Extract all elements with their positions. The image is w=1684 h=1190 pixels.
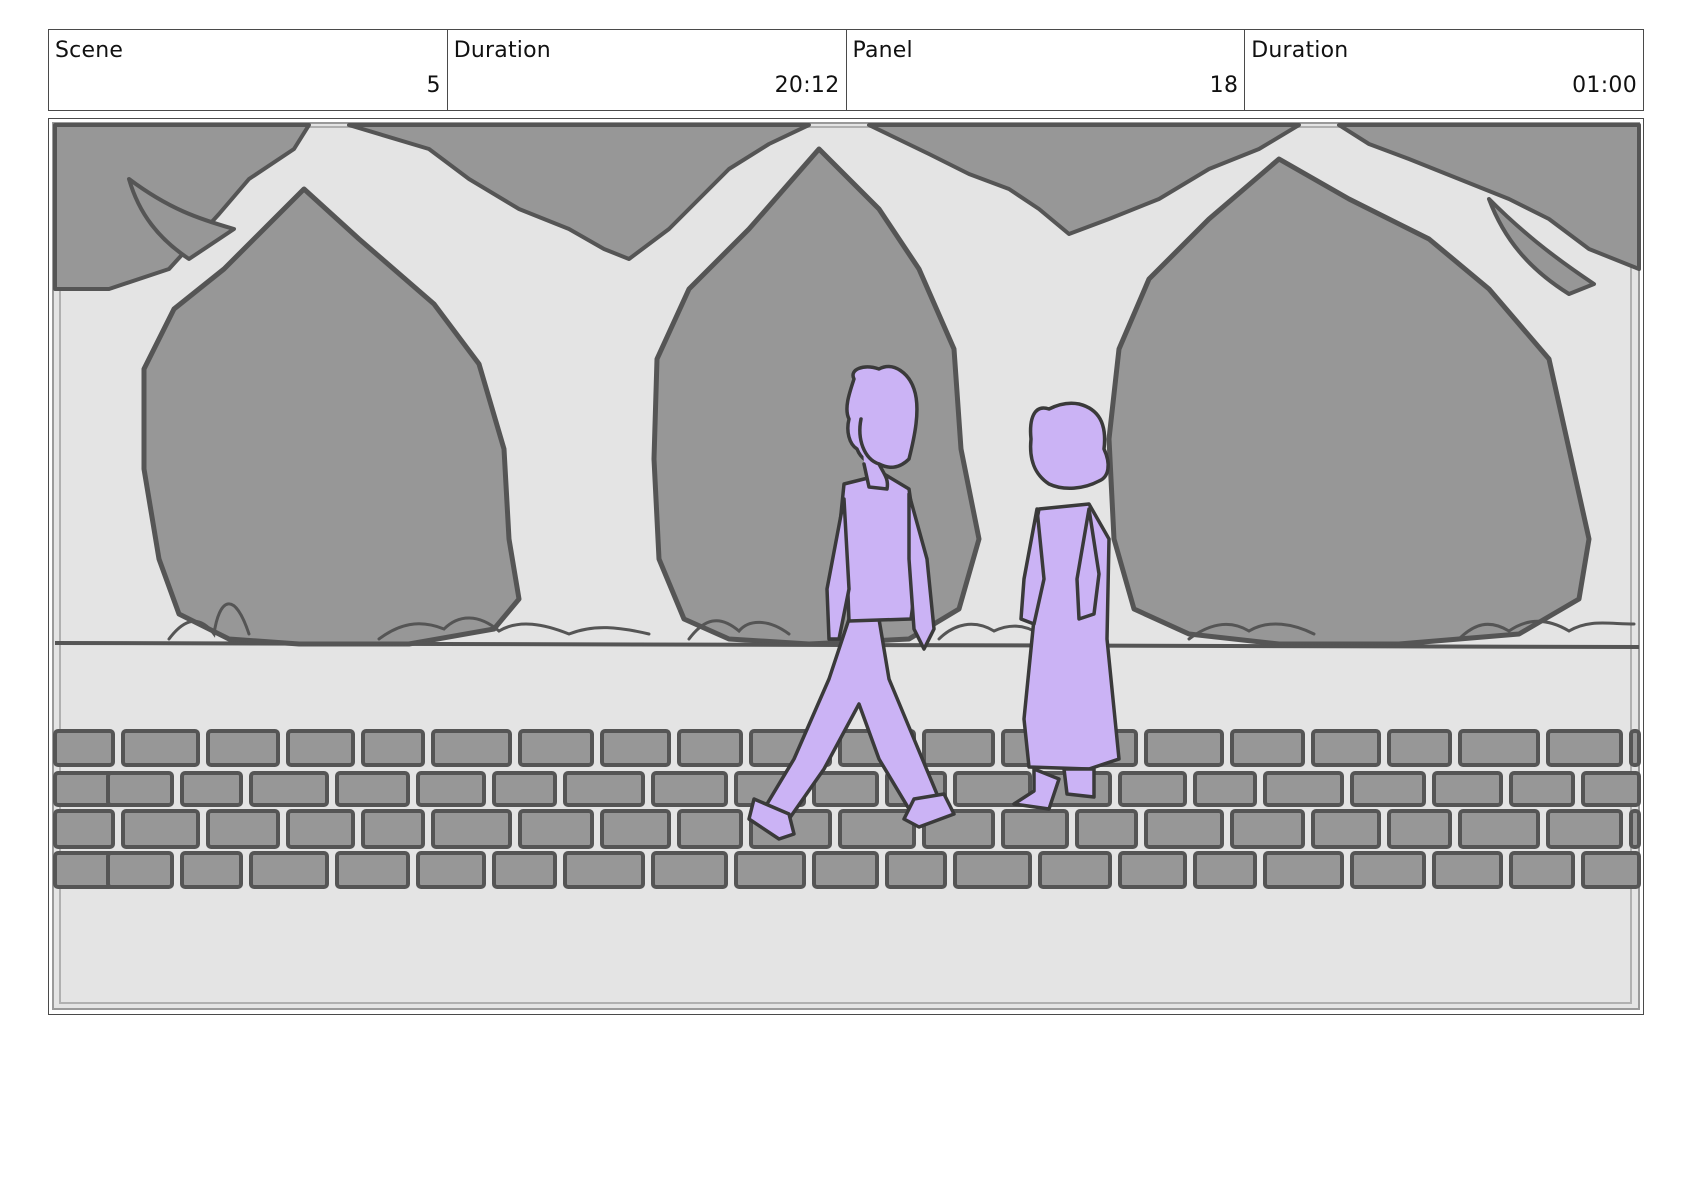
cobblestone (1193, 851, 1257, 889)
cobblestone (812, 851, 879, 889)
cobblestone (1350, 771, 1426, 807)
cobblestone (249, 851, 329, 889)
cobblestone (416, 851, 486, 889)
cobblestone (518, 809, 594, 849)
cobblestone (121, 729, 200, 767)
panel-cell: Panel 18 (847, 30, 1246, 110)
cobblestone (431, 809, 512, 849)
cobblestone (106, 771, 174, 807)
cobblestone (1387, 809, 1452, 849)
cobblestone (1118, 851, 1187, 889)
cobblestone (1311, 729, 1381, 767)
cobblestone (106, 851, 174, 889)
cobblestone (1629, 809, 1641, 849)
cobblestone (1458, 809, 1540, 849)
cobblestone (1144, 809, 1224, 849)
cobblestone-path (53, 729, 1641, 889)
cobblestone (206, 809, 280, 849)
cobblestone (1263, 771, 1344, 807)
cobblestone (1001, 809, 1069, 849)
cobblestone (651, 851, 728, 889)
cobblestone (286, 809, 355, 849)
cobblestone (600, 809, 671, 849)
cobblestone (1581, 851, 1641, 889)
cobblestone (953, 851, 1032, 889)
cobblestone (1144, 729, 1224, 767)
scene-duration-value: 20:12 (774, 73, 840, 98)
cobblestone (1581, 771, 1641, 807)
cobblestone (53, 729, 115, 767)
cobblestone (838, 809, 916, 849)
panel-label: Panel (852, 38, 913, 63)
panel-value: 18 (1209, 73, 1239, 98)
cobblestone (1629, 729, 1641, 767)
cobblestone (1311, 809, 1381, 849)
scene-duration-label: Duration (453, 38, 551, 63)
cobblestone (121, 809, 200, 849)
cobblestone (206, 729, 280, 767)
cobblestone (812, 771, 879, 807)
cobblestone (1387, 729, 1452, 767)
cobblestone (249, 771, 329, 807)
panel-duration-cell: Duration 01:00 (1245, 30, 1643, 110)
scene-value: 5 (426, 73, 441, 98)
cobblestone (1350, 851, 1426, 889)
cobblestone (677, 729, 743, 767)
storyboard-drawing (52, 122, 1641, 1010)
cobblestone (335, 851, 410, 889)
scene-cell: Scene 5 (49, 30, 448, 110)
cobblestone (286, 729, 355, 767)
cobblestone (492, 851, 557, 889)
cobblestone (431, 729, 512, 767)
cobblestone (1509, 771, 1575, 807)
cobblestone (885, 851, 947, 889)
cobblestone (180, 771, 243, 807)
cobblestone (734, 851, 806, 889)
cobblestone (1118, 771, 1187, 807)
cobblestone (922, 729, 995, 767)
cobblestone (1230, 729, 1305, 767)
cobblestone (651, 771, 728, 807)
cobblestone (1193, 771, 1257, 807)
cobblestone (1509, 851, 1575, 889)
scene-duration-cell: Duration 20:12 (448, 30, 847, 110)
cobblestone (361, 729, 425, 767)
cobblestone (335, 771, 410, 807)
storyboard-header: Scene 5 Duration 20:12 Panel 18 Duration… (48, 29, 1644, 111)
cobblestone (1230, 809, 1305, 849)
cobblestone (1432, 851, 1503, 889)
scene-label: Scene (55, 38, 124, 63)
cobblestone (416, 771, 486, 807)
cobblestone (1432, 771, 1503, 807)
cobblestone (677, 809, 743, 849)
cobblestone (600, 729, 671, 767)
cobblestone (1458, 729, 1540, 767)
panel-duration-value: 01:00 (1572, 73, 1637, 98)
cobblestone (563, 851, 645, 889)
cobblestone (53, 809, 115, 849)
cobblestone (1075, 809, 1138, 849)
cobblestone (563, 771, 645, 807)
storyboard-panel-frame (48, 118, 1644, 1015)
cobblestone (180, 851, 243, 889)
cobblestone (1038, 851, 1112, 889)
panel-duration-label: Duration (1251, 38, 1349, 63)
cobblestone (518, 729, 594, 767)
cobblestone (1546, 729, 1623, 767)
cobblestone (361, 809, 425, 849)
cobblestone (492, 771, 557, 807)
cobblestone (1546, 809, 1623, 849)
cobblestone (1263, 851, 1344, 889)
